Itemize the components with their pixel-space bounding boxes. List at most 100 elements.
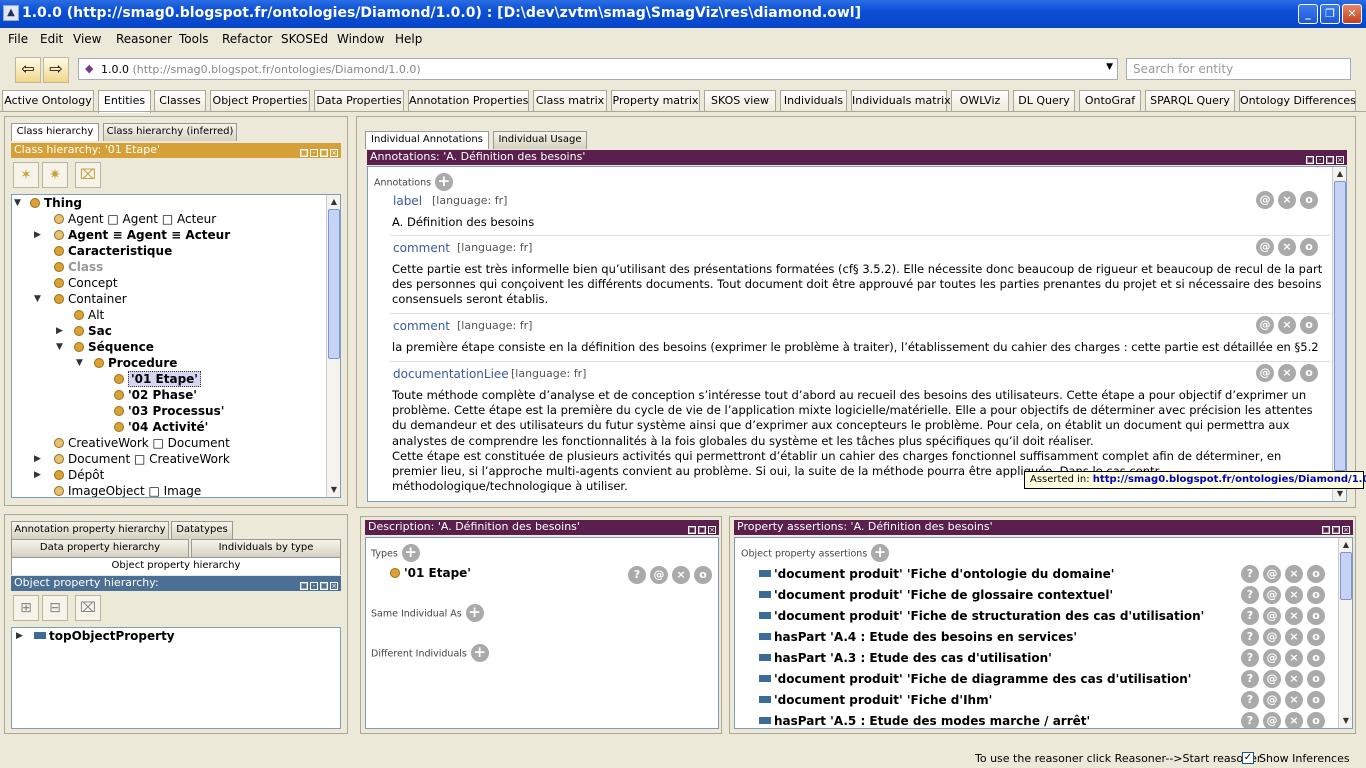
tree-node[interactable]: Container — [54, 291, 127, 307]
tab-active-ontology[interactable]: Active Ontology — [2, 90, 94, 112]
collapse-icon[interactable]: ▼ — [34, 294, 41, 304]
menu-help[interactable]: Help — [395, 32, 422, 46]
tree-node[interactable]: Class — [54, 259, 103, 275]
add-assertion-icon[interactable]: + — [871, 544, 890, 562]
tab-ontograf[interactable]: OntoGraf — [1079, 90, 1141, 112]
tab-classes[interactable]: Classes — [154, 90, 206, 112]
annotation-item[interactable]: label [language: fr] @ × o A. Définition d… — [390, 189, 1330, 235]
add-same-individual-icon[interactable]: + — [465, 604, 484, 622]
tab-ontology-differences[interactable]: Ontology Differences — [1239, 90, 1356, 112]
tab-individuals[interactable]: Individuals — [780, 90, 847, 112]
tree-node[interactable]: '03 Processus' — [114, 403, 224, 419]
add-type-icon[interactable]: + — [401, 544, 420, 562]
assertion-actions[interactable]: ? @ × o — [1237, 649, 1325, 667]
scroll-thumb[interactable] — [1334, 181, 1346, 471]
tab-datatypes[interactable]: Datatypes — [171, 521, 233, 539]
tab-class-hierarchy-inferred[interactable]: Class hierarchy (inferred) — [103, 123, 237, 141]
assertion-item[interactable]: 'document produit' 'Fiche d'ontologie du… — [759, 564, 1114, 584]
assertion-item[interactable]: 'document produit' 'Fiche d'Ihm' — [759, 690, 992, 710]
expand-icon[interactable]: ▶ — [34, 470, 41, 480]
scroll-down-icon[interactable]: ▼ — [328, 484, 340, 496]
tree-node[interactable]: Séquence — [74, 339, 154, 355]
scroll-up-icon[interactable]: ▲ — [1334, 168, 1346, 180]
forward-button[interactable]: ⇨ — [43, 57, 69, 83]
menu-tools[interactable]: Tools — [179, 32, 209, 46]
tab-sparql-query[interactable]: SPARQL Query — [1145, 90, 1235, 112]
tree-node[interactable]: Agent □ Agent □ Acteur — [54, 211, 216, 227]
menu-view[interactable]: View — [73, 32, 101, 46]
assertions-scrollbar[interactable]: ▲ ▼ — [1338, 538, 1352, 728]
assertion-actions[interactable]: ? @ × o — [1237, 691, 1325, 709]
tree-node[interactable]: Sac — [74, 323, 112, 339]
tab-entities[interactable]: Entities — [98, 90, 151, 113]
scroll-down-icon[interactable]: ▼ — [1334, 488, 1346, 500]
menu-refactor[interactable]: Refactor — [222, 32, 272, 46]
tab-class-matrix[interactable]: Class matrix — [533, 90, 607, 112]
tree-node[interactable]: Agent ≡ Agent ≡ Acteur — [54, 227, 230, 243]
collapse-icon[interactable]: ▼ — [14, 198, 21, 208]
annotation-actions[interactable]: @ × o — [1252, 364, 1318, 382]
close-button[interactable]: ✕ — [1342, 4, 1362, 24]
collapse-icon[interactable]: ▼ — [76, 358, 83, 368]
add-sibling-class-icon[interactable]: ✷ — [42, 162, 68, 188]
add-subclass-icon[interactable]: ✶ — [13, 162, 39, 188]
back-button[interactable]: ⇦ — [15, 57, 41, 83]
scroll-thumb[interactable] — [1340, 552, 1352, 600]
assertion-item[interactable]: 'document produit' 'Fiche de structurati… — [759, 606, 1204, 626]
menu-reasoner[interactable]: Reasoner — [116, 32, 172, 46]
tab-annotation-properties[interactable]: Annotation Properties — [408, 90, 529, 112]
add-different-individual-icon[interactable]: + — [470, 644, 489, 662]
tree-node[interactable]: '02 Phase' — [114, 387, 197, 403]
tab-object-property-hierarchy[interactable]: Object property hierarchy — [11, 557, 341, 575]
tab-owlviz[interactable]: OWLViz — [951, 90, 1009, 112]
tab-dl-query[interactable]: DL Query — [1013, 90, 1075, 112]
delete-class-icon[interactable]: ⌧ — [75, 162, 101, 188]
tab-class-hierarchy[interactable]: Class hierarchy — [11, 123, 99, 141]
assertion-actions[interactable]: ? @ × o — [1237, 670, 1325, 688]
tab-data-property-hierarchy[interactable]: Data property hierarchy — [11, 539, 189, 557]
panel-controls[interactable]: □ □ × — [1320, 522, 1350, 534]
chevron-down-icon[interactable]: ▼ — [1106, 62, 1113, 72]
annotation-actions[interactable]: @ × o — [1252, 191, 1318, 209]
panel-controls[interactable]: □ □ × — [686, 522, 716, 534]
tree-node[interactable]: Alt — [74, 307, 104, 323]
annotations-scrollbar[interactable]: ▲ ▼ — [1332, 167, 1346, 501]
tab-skos-view[interactable]: SKOS view — [704, 90, 776, 112]
minimize-button[interactable]: _ — [1298, 4, 1318, 24]
tab-individual-annotations[interactable]: Individual Annotations — [365, 131, 489, 149]
add-sibling-property-icon[interactable]: ⊟ — [42, 595, 68, 621]
assertion-item[interactable]: 'document produit' 'Fiche de diagramme d… — [759, 669, 1191, 689]
tree-node[interactable]: '04 Activité' — [114, 419, 208, 435]
expand-icon[interactable]: ▶ — [34, 454, 41, 464]
assertion-actions[interactable]: ? @ × o — [1237, 565, 1325, 583]
type-item[interactable]: '01 Etape' — [390, 565, 471, 581]
tree-node-top-object-property[interactable]: topObjectProperty — [34, 628, 175, 644]
annotation-actions[interactable]: @ × o — [1252, 238, 1318, 256]
panel-controls[interactable]: □ - □ × — [1304, 152, 1344, 164]
tree-node[interactable]: CreativeWork □ Document — [54, 435, 230, 451]
assertion-item[interactable]: hasPart 'A.4 : Etude des besoins en serv… — [759, 627, 1077, 647]
assertion-actions[interactable]: ? @ × o — [1237, 607, 1325, 625]
tree-node[interactable]: Dépôt — [54, 467, 104, 483]
tree-node[interactable]: Caracteristique — [54, 243, 172, 259]
tree-node-selected[interactable]: '01 Etape' — [114, 371, 201, 387]
assertion-item[interactable]: hasPart 'A.5 : Etude des modes marche / … — [759, 711, 1090, 728]
maximize-button[interactable]: ❐ — [1320, 4, 1340, 24]
scroll-down-icon[interactable]: ▼ — [1340, 715, 1352, 727]
menu-skosed[interactable]: SKOSEd — [281, 32, 328, 46]
assertion-actions[interactable]: ? @ × o — [1237, 628, 1325, 646]
expand-icon[interactable]: ▶ — [56, 326, 63, 336]
tab-data-properties[interactable]: Data Properties — [314, 90, 404, 112]
scroll-up-icon[interactable]: ▲ — [1340, 539, 1352, 551]
ontology-selector[interactable]: ◆ 1.0.0 (http://smag0.blogspot.fr/ontolo… — [78, 58, 1118, 80]
class-tree-scrollbar[interactable]: ▲ ▼ — [326, 195, 340, 497]
tree-node-thing[interactable]: Thing — [30, 195, 82, 211]
scroll-up-icon[interactable]: ▲ — [328, 196, 340, 208]
tab-individual-usage[interactable]: Individual Usage — [493, 131, 587, 149]
delete-property-icon[interactable]: ⌧ — [75, 595, 101, 621]
menu-file[interactable]: File — [8, 32, 28, 46]
scroll-thumb[interactable] — [328, 209, 340, 359]
panel-controls[interactable]: □ - □ × — [298, 145, 338, 157]
annotation-item[interactable]: comment [language: fr] @ × o Cette partie … — [390, 235, 1330, 313]
add-subproperty-icon[interactable]: ⊞ — [13, 595, 39, 621]
